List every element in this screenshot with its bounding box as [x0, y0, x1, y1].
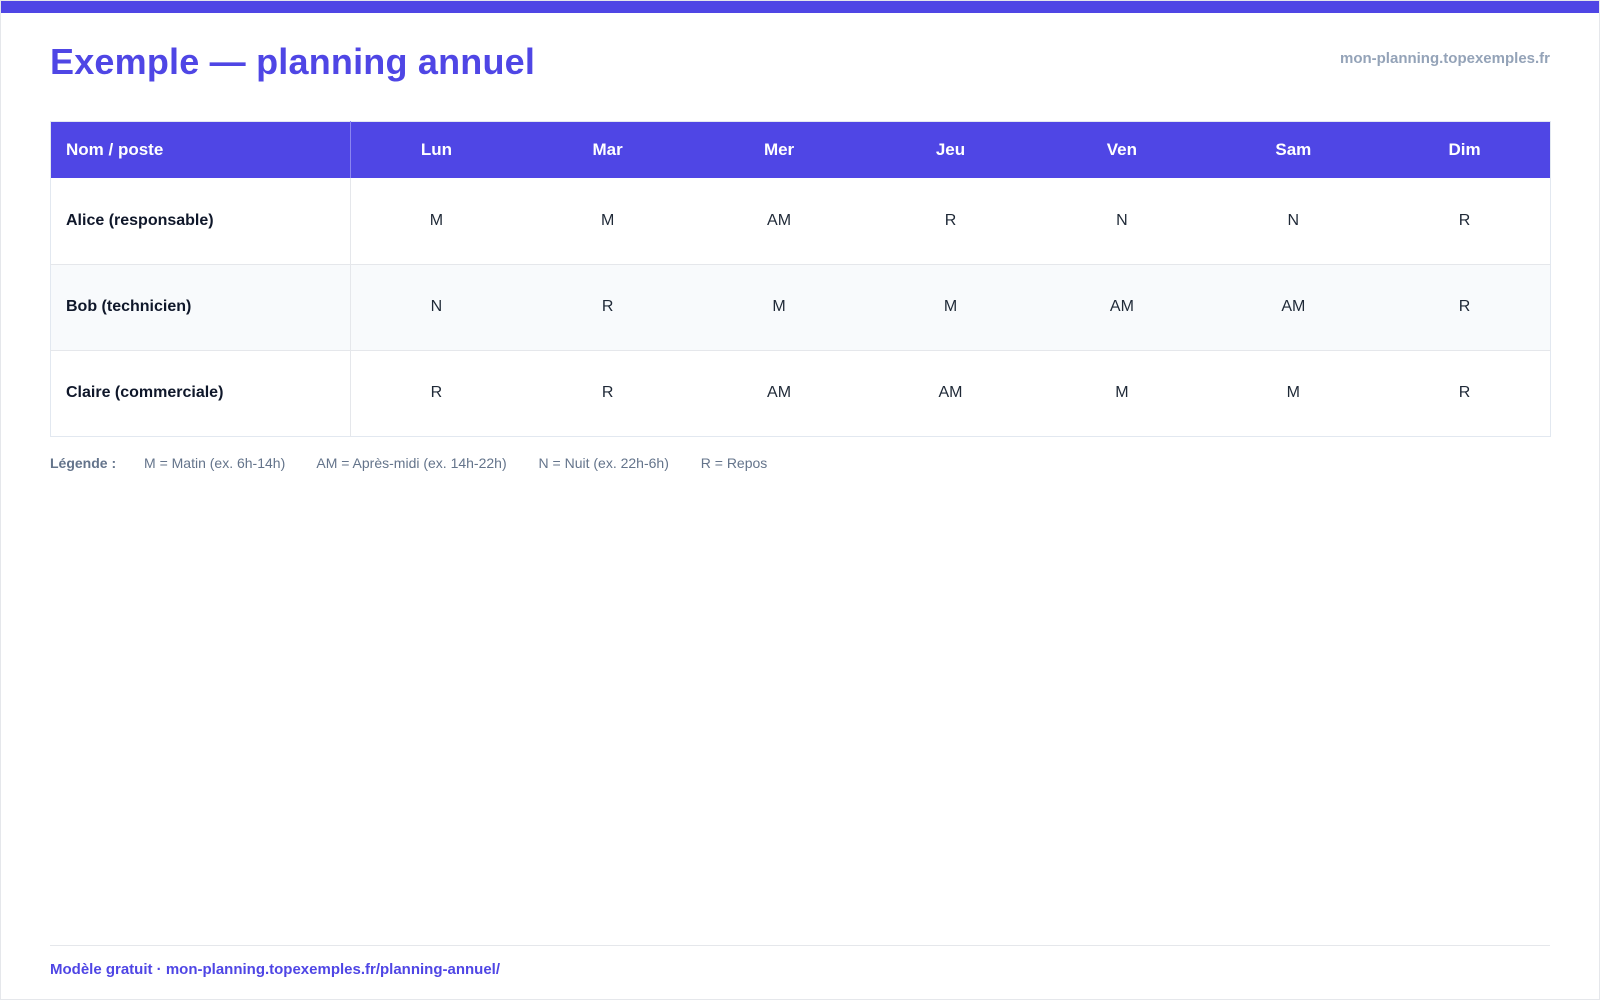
- shift-cell: M: [429, 211, 444, 229]
- shift-cell: AM: [767, 211, 792, 229]
- shift-cell: N: [1116, 211, 1128, 229]
- shift-cell: N: [350, 263, 522, 350]
- column-header-day: Sam: [1207, 121, 1380, 178]
- employee-name: Claire (commerciale): [50, 349, 351, 436]
- legend-title: Légende :: [50, 455, 117, 471]
- shift-cell: M: [1036, 349, 1208, 436]
- column-header-day: Ven: [1036, 121, 1208, 178]
- shift-cell: M: [864, 263, 1037, 350]
- table-header-row: Nom / poste Lun Mar Mer Jeu Ven Sam Dim: [50, 121, 1551, 178]
- shift-cell: R: [1379, 349, 1551, 436]
- site-name: mon-planning.topexemples.fr: [1339, 50, 1550, 67]
- schedule-table: Nom / poste Lun Mar Mer Jeu Ven Sam Dim …: [50, 121, 1551, 437]
- table-row: Bob (technicien) N R M M AM AM R: [50, 263, 1551, 350]
- footer-divider: [50, 945, 1550, 946]
- shift-cell: R: [350, 349, 522, 436]
- column-header-day: Lun: [350, 121, 522, 178]
- page: Exemple — planning annuel mon-planning.t…: [0, 0, 1600, 1000]
- column-header-day: Mer: [693, 121, 865, 178]
- legend-item: AM = Après-midi (ex. 14h-22h): [316, 455, 507, 471]
- employee-name: Bob (technicien): [50, 263, 351, 350]
- legend-item: M = Matin (ex. 6h-14h): [144, 455, 286, 471]
- legend-item: R = Repos: [700, 455, 768, 471]
- header: Exemple — planning annuel mon-planning.t…: [50, 37, 1550, 97]
- shift-cell: R: [944, 211, 957, 229]
- shift-cell: R: [521, 349, 694, 436]
- employee-name: Alice (responsable): [50, 178, 351, 264]
- top-accent-bar: [1, 1, 1599, 13]
- shift-cell: R: [1458, 211, 1471, 229]
- footer-link[interactable]: Modèle gratuit · mon-planning.topexemple…: [50, 961, 500, 978]
- shift-cell: N: [1287, 211, 1300, 229]
- table-row: Claire (commerciale) R R AM AM M M R: [50, 349, 1551, 436]
- shift-cell: M: [693, 263, 865, 350]
- shift-cell: AM: [1036, 263, 1208, 350]
- table-row: Alice (responsable) M M AM R N N R: [50, 178, 1551, 264]
- column-header-name: Nom / poste: [50, 121, 351, 178]
- shift-cell: M: [600, 211, 615, 229]
- shift-cell: R: [521, 263, 694, 350]
- shift-cell: AM: [693, 349, 865, 436]
- shift-cell: AM: [864, 349, 1037, 436]
- shift-cell: R: [1379, 263, 1551, 350]
- column-header-day: Mar: [521, 121, 694, 178]
- legend: Légende : M = Matin (ex. 6h-14h) AM = Ap…: [50, 455, 795, 471]
- column-header-day: Dim: [1379, 121, 1551, 178]
- column-header-day: Jeu: [864, 121, 1037, 178]
- page-title: Exemple — planning annuel: [50, 41, 536, 82]
- legend-item: N = Nuit (ex. 22h-6h): [538, 455, 669, 471]
- shift-cell: AM: [1207, 263, 1380, 350]
- shift-cell: M: [1207, 349, 1380, 436]
